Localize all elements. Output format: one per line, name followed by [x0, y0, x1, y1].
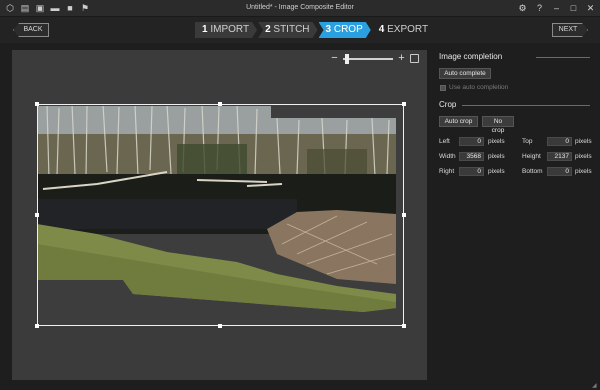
crop-heading: Crop	[439, 100, 457, 109]
back-button[interactable]: BACK	[13, 23, 49, 37]
height-label: Height	[522, 153, 541, 160]
crop-handle-bottom-right[interactable]	[402, 324, 406, 328]
zoom-slider[interactable]	[343, 53, 393, 64]
minimize-icon[interactable]: –	[551, 2, 562, 14]
step-crop[interactable]: 3 CROP	[319, 22, 371, 38]
left-input[interactable]: 0	[459, 137, 484, 146]
step-import[interactable]: 1 IMPORT	[195, 22, 257, 38]
bottom-label: Bottom	[522, 168, 543, 175]
left-label: Left	[439, 138, 450, 145]
divider	[536, 57, 590, 58]
unit-label: pixels	[575, 138, 592, 145]
settings-icon[interactable]: ⚙	[517, 2, 528, 14]
close-icon[interactable]: ✕	[585, 2, 596, 14]
step-number: 3	[325, 24, 332, 35]
unit-label: pixels	[575, 168, 592, 175]
step-export[interactable]: 4 EXPORT	[372, 22, 436, 38]
crop-handle-left[interactable]	[35, 213, 39, 217]
crop-handle-bottom[interactable]	[218, 324, 222, 328]
auto-crop-button[interactable]: Auto crop	[439, 116, 478, 127]
crop-handle-top-left[interactable]	[35, 102, 39, 106]
step-label: IMPORT	[210, 24, 250, 35]
step-label: EXPORT	[387, 24, 429, 35]
no-crop-button[interactable]: No crop	[482, 116, 514, 134]
zoom-control: − +	[330, 53, 419, 64]
crop-handle-top-right[interactable]	[402, 102, 406, 106]
step-stitch[interactable]: 2 STITCH	[258, 22, 317, 38]
crop-handle-bottom-left[interactable]	[35, 324, 39, 328]
top-input[interactable]: 0	[547, 137, 572, 146]
use-auto-completion-checkbox[interactable]	[440, 85, 446, 91]
step-number: 2	[265, 24, 271, 35]
divider	[462, 105, 590, 106]
zoom-slider-thumb[interactable]	[345, 53, 350, 64]
crop-rectangle[interactable]	[37, 104, 404, 326]
unit-label: pixels	[488, 153, 505, 160]
zoom-out-button[interactable]: −	[330, 53, 339, 64]
right-label: Right	[439, 168, 455, 175]
height-input[interactable]: 2137	[547, 152, 572, 161]
workflow-steps: 1 IMPORT 2 STITCH 3 CROP 4 EXPORT	[195, 22, 437, 38]
zoom-in-button[interactable]: +	[397, 53, 406, 64]
auto-complete-button[interactable]: Auto complete	[439, 68, 491, 79]
width-input[interactable]: 3568	[459, 152, 484, 161]
step-number: 4	[378, 24, 385, 35]
right-input[interactable]: 0	[459, 167, 484, 176]
help-icon[interactable]: ?	[534, 2, 545, 14]
maximize-icon[interactable]: □	[568, 2, 579, 14]
resize-grip-icon[interactable]: ◢	[592, 382, 598, 389]
step-navigation: BACK 1 IMPORT 2 STITCH 3 CROP 4 EXPORT N…	[0, 17, 600, 43]
unit-label: pixels	[488, 168, 505, 175]
window-title: Untitled* - Image Composite Editor	[246, 4, 354, 11]
top-label: Top	[522, 138, 533, 145]
crop-handle-top[interactable]	[218, 102, 222, 106]
bottom-input[interactable]: 0	[547, 167, 572, 176]
step-label: STITCH	[273, 24, 310, 35]
use-auto-completion-label: Use auto completion	[449, 84, 509, 91]
step-number: 1	[202, 24, 208, 35]
window-controls: ⚙ ? – □ ✕	[517, 2, 596, 14]
width-label: Width	[439, 153, 456, 160]
fit-to-window-icon[interactable]	[410, 54, 419, 63]
title-bar: ⬡ ▤ ▣ ▬ ■ ⚑ Untitled* - Image Composite …	[0, 0, 600, 17]
unit-label: pixels	[575, 153, 592, 160]
next-button[interactable]: NEXT	[552, 23, 588, 37]
image-completion-heading: Image completion	[439, 52, 503, 61]
step-label: CROP	[333, 24, 363, 35]
crop-handle-right[interactable]	[402, 213, 406, 217]
unit-label: pixels	[488, 138, 505, 145]
